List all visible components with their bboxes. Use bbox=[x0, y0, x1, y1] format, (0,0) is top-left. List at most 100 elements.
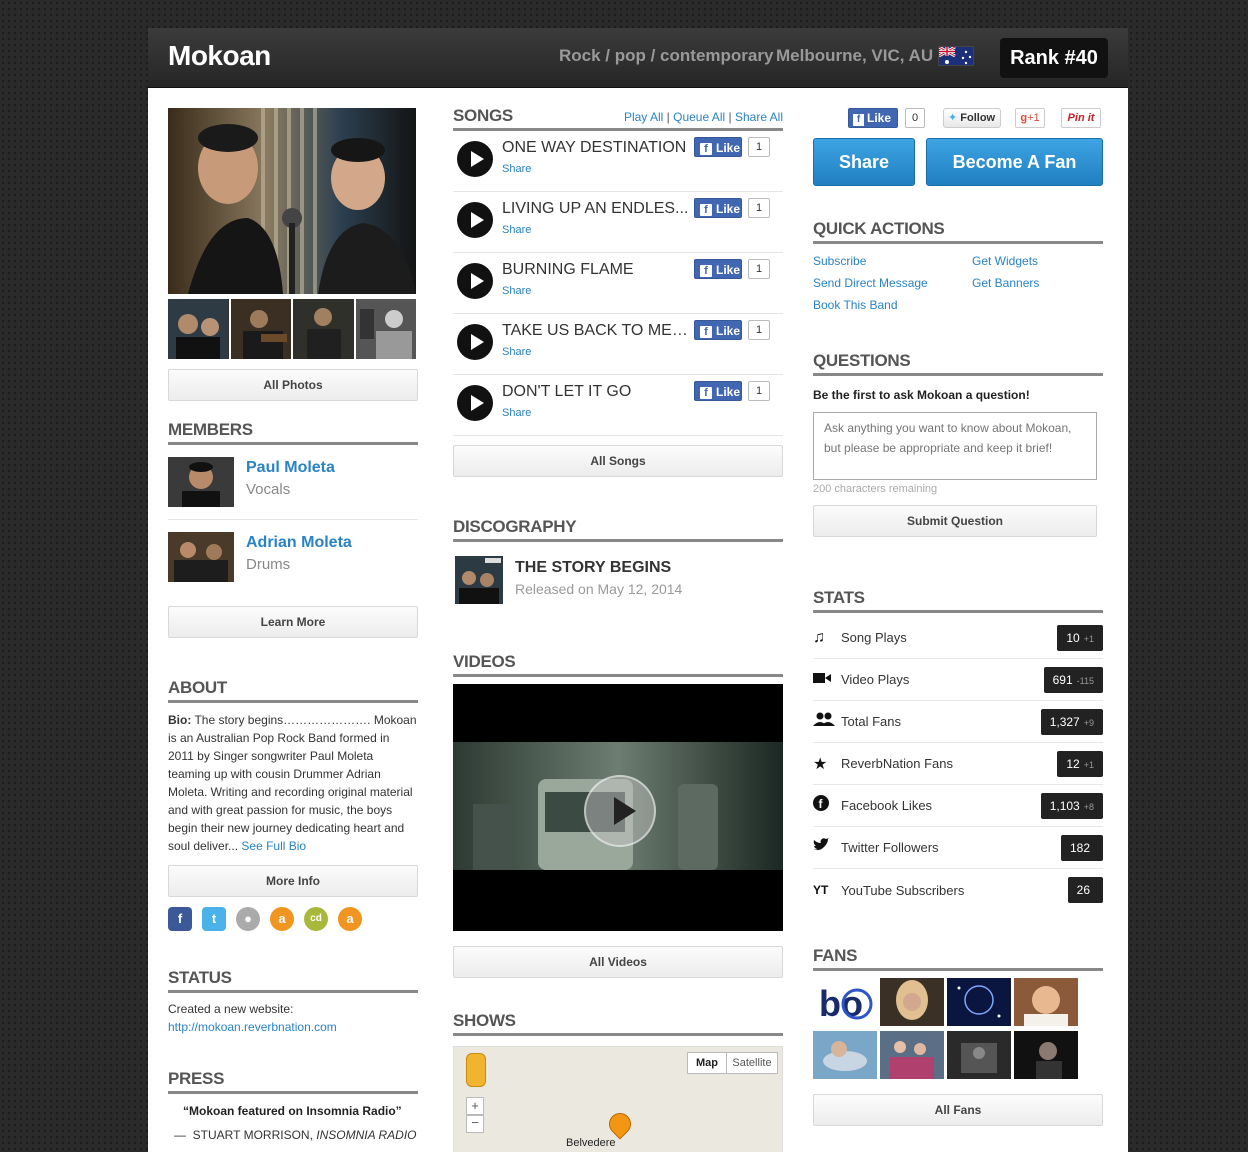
amazon-mp3-icon[interactable]: a bbox=[338, 907, 362, 931]
separator: | bbox=[666, 110, 670, 124]
pegman-icon[interactable] bbox=[466, 1053, 486, 1087]
submit-question-button[interactable]: Submit Question bbox=[813, 505, 1097, 537]
member-row[interactable]: Paul Moleta Vocals bbox=[168, 445, 418, 520]
cdbaby-icon[interactable]: cd bbox=[304, 907, 328, 931]
song-title[interactable]: DON'T LET IT GO bbox=[502, 383, 694, 401]
member-row[interactable]: Adrian Moleta Drums bbox=[168, 520, 418, 594]
photo-thumbnail[interactable] bbox=[230, 299, 291, 359]
song-title[interactable]: LIVING UP AN ENDLES... bbox=[502, 200, 694, 218]
facebook-like-button[interactable]: f Like bbox=[848, 108, 898, 128]
apple-icon[interactable]: ● bbox=[236, 907, 260, 931]
photo-thumbnail[interactable] bbox=[355, 299, 416, 359]
learn-more-button[interactable]: Learn More bbox=[168, 606, 418, 638]
facebook-like-widget[interactable]: f Like 1 bbox=[694, 320, 770, 340]
press-quote[interactable]: “Mokoan featured on Insomnia Radio” bbox=[168, 1104, 418, 1118]
satellite-view-button[interactable]: Satellite bbox=[726, 1052, 778, 1074]
map-marker-icon[interactable] bbox=[604, 1108, 636, 1140]
facebook-icon: f bbox=[700, 326, 712, 338]
song-title[interactable]: TAKE US BACK TO MEM... bbox=[502, 322, 694, 340]
zoom-out-button[interactable]: − bbox=[466, 1115, 484, 1133]
all-fans-button[interactable]: All Fans bbox=[813, 1094, 1103, 1126]
zoom-in-button[interactable]: + bbox=[466, 1097, 484, 1115]
facebook-like-widget[interactable]: f Like 1 bbox=[694, 381, 770, 401]
fan-avatar[interactable] bbox=[947, 978, 1011, 1026]
question-input[interactable] bbox=[813, 412, 1097, 480]
stat-row-video-plays[interactable]: Video Plays 691 -115 bbox=[813, 659, 1103, 701]
song-row[interactable]: TAKE US BACK TO MEM... Share f Like 1 bbox=[453, 314, 783, 375]
subscribe-link[interactable]: Subscribe bbox=[813, 254, 866, 268]
stat-row-youtube-subscribers[interactable]: YT YouTube Subscribers 26 bbox=[813, 869, 1103, 911]
play-icon[interactable] bbox=[457, 141, 493, 177]
rank-badge[interactable]: Rank #40 bbox=[1000, 38, 1108, 78]
song-share-link[interactable]: Share bbox=[502, 224, 531, 236]
become-fan-button[interactable]: Become A Fan bbox=[926, 138, 1103, 186]
stat-row-reverbnation-fans[interactable]: ★ ReverbNation Fans 12 +1 bbox=[813, 743, 1103, 785]
map-view-button[interactable]: Map bbox=[687, 1052, 727, 1074]
all-videos-button[interactable]: All Videos bbox=[453, 946, 783, 978]
songs-section: SONGS Play All | Queue All | Share All O… bbox=[453, 106, 783, 477]
song-row[interactable]: LIVING UP AN ENDLES... Share f Like 1 bbox=[453, 192, 783, 253]
video-player[interactable] bbox=[453, 684, 783, 931]
play-all-link[interactable]: Play All bbox=[624, 110, 663, 124]
amazon-icon[interactable]: a bbox=[270, 907, 294, 931]
all-photos-button[interactable]: All Photos bbox=[168, 369, 418, 401]
stat-row-total-fans[interactable]: Total Fans 1,327 +9 bbox=[813, 701, 1103, 743]
get-widgets-link[interactable]: Get Widgets bbox=[972, 254, 1038, 268]
facebook-like-widget[interactable]: f Like 1 bbox=[694, 198, 770, 218]
play-icon[interactable] bbox=[457, 263, 493, 299]
main-band-photo[interactable] bbox=[168, 108, 416, 294]
stat-row-facebook-likes[interactable]: f Facebook Likes 1,103 +8 bbox=[813, 785, 1103, 827]
fan-avatar[interactable]: bo bbox=[813, 978, 877, 1026]
stat-value: 182 bbox=[1060, 835, 1103, 861]
song-share-link[interactable]: Share bbox=[502, 285, 531, 297]
shows-map[interactable]: + − Map Satellite Belvedere bbox=[453, 1046, 783, 1152]
song-share-link[interactable]: Share bbox=[502, 407, 531, 419]
stat-row-twitter-followers[interactable]: Twitter Followers 182 bbox=[813, 827, 1103, 869]
album-title[interactable]: THE STORY BEGINS bbox=[515, 559, 682, 577]
queue-all-link[interactable]: Queue All bbox=[673, 110, 725, 124]
get-banners-link[interactable]: Get Banners bbox=[972, 276, 1039, 290]
album-row[interactable]: THE STORY BEGINS Released on May 12, 201… bbox=[453, 556, 783, 604]
song-row[interactable]: DON'T LET IT GO Share f Like 1 bbox=[453, 375, 783, 436]
send-message-link[interactable]: Send Direct Message bbox=[813, 276, 928, 290]
facebook-like-widget[interactable]: f Like 1 bbox=[694, 137, 770, 157]
status-link[interactable]: http://mokoan.reverbnation.com bbox=[168, 1020, 418, 1034]
song-row[interactable]: ONE WAY DESTINATION Share f Like 1 bbox=[453, 131, 783, 192]
play-icon[interactable] bbox=[457, 385, 493, 421]
fan-avatar[interactable] bbox=[1014, 978, 1078, 1026]
all-songs-button[interactable]: All Songs bbox=[453, 445, 783, 477]
like-label: Like bbox=[716, 263, 741, 277]
song-title[interactable]: BURNING FLAME bbox=[502, 261, 694, 279]
video-play-icon[interactable] bbox=[584, 775, 656, 847]
fan-avatar[interactable] bbox=[880, 978, 944, 1026]
stat-row-song-plays[interactable]: ♫ Song Plays 10 +1 bbox=[813, 617, 1103, 659]
fan-avatar[interactable] bbox=[947, 1031, 1011, 1079]
book-band-link[interactable]: Book This Band bbox=[813, 298, 898, 312]
member-name[interactable]: Adrian Moleta bbox=[246, 534, 352, 552]
fan-avatar[interactable] bbox=[880, 1031, 944, 1079]
stat-value: 1,327 +9 bbox=[1040, 709, 1103, 735]
album-cover[interactable] bbox=[455, 556, 503, 604]
google-plus-button[interactable]: g+1 bbox=[1015, 108, 1045, 128]
bio-label: Bio: bbox=[168, 713, 192, 727]
see-full-bio-link[interactable]: See Full Bio bbox=[241, 839, 306, 853]
share-button[interactable]: Share bbox=[813, 138, 915, 186]
play-icon[interactable] bbox=[457, 324, 493, 360]
facebook-like-widget[interactable]: f Like 1 bbox=[694, 259, 770, 279]
facebook-icon[interactable]: f bbox=[168, 907, 192, 931]
play-icon[interactable] bbox=[457, 202, 493, 238]
song-share-link[interactable]: Share bbox=[502, 163, 531, 175]
photo-thumbnail[interactable] bbox=[293, 299, 354, 359]
song-title[interactable]: ONE WAY DESTINATION bbox=[502, 139, 694, 157]
member-name[interactable]: Paul Moleta bbox=[246, 459, 335, 477]
fan-avatar[interactable] bbox=[1014, 1031, 1078, 1079]
song-row[interactable]: BURNING FLAME Share f Like 1 bbox=[453, 253, 783, 314]
fan-avatar[interactable] bbox=[813, 1031, 877, 1079]
twitter-follow-button[interactable]: ✦ Follow bbox=[943, 108, 1001, 128]
more-info-button[interactable]: More Info bbox=[168, 865, 418, 897]
photo-thumbnail[interactable] bbox=[168, 299, 229, 359]
pinterest-button[interactable]: Pin it bbox=[1061, 108, 1101, 128]
song-share-link[interactable]: Share bbox=[502, 346, 531, 358]
share-all-link[interactable]: Share All bbox=[735, 110, 783, 124]
twitter-icon[interactable]: t bbox=[202, 907, 226, 931]
